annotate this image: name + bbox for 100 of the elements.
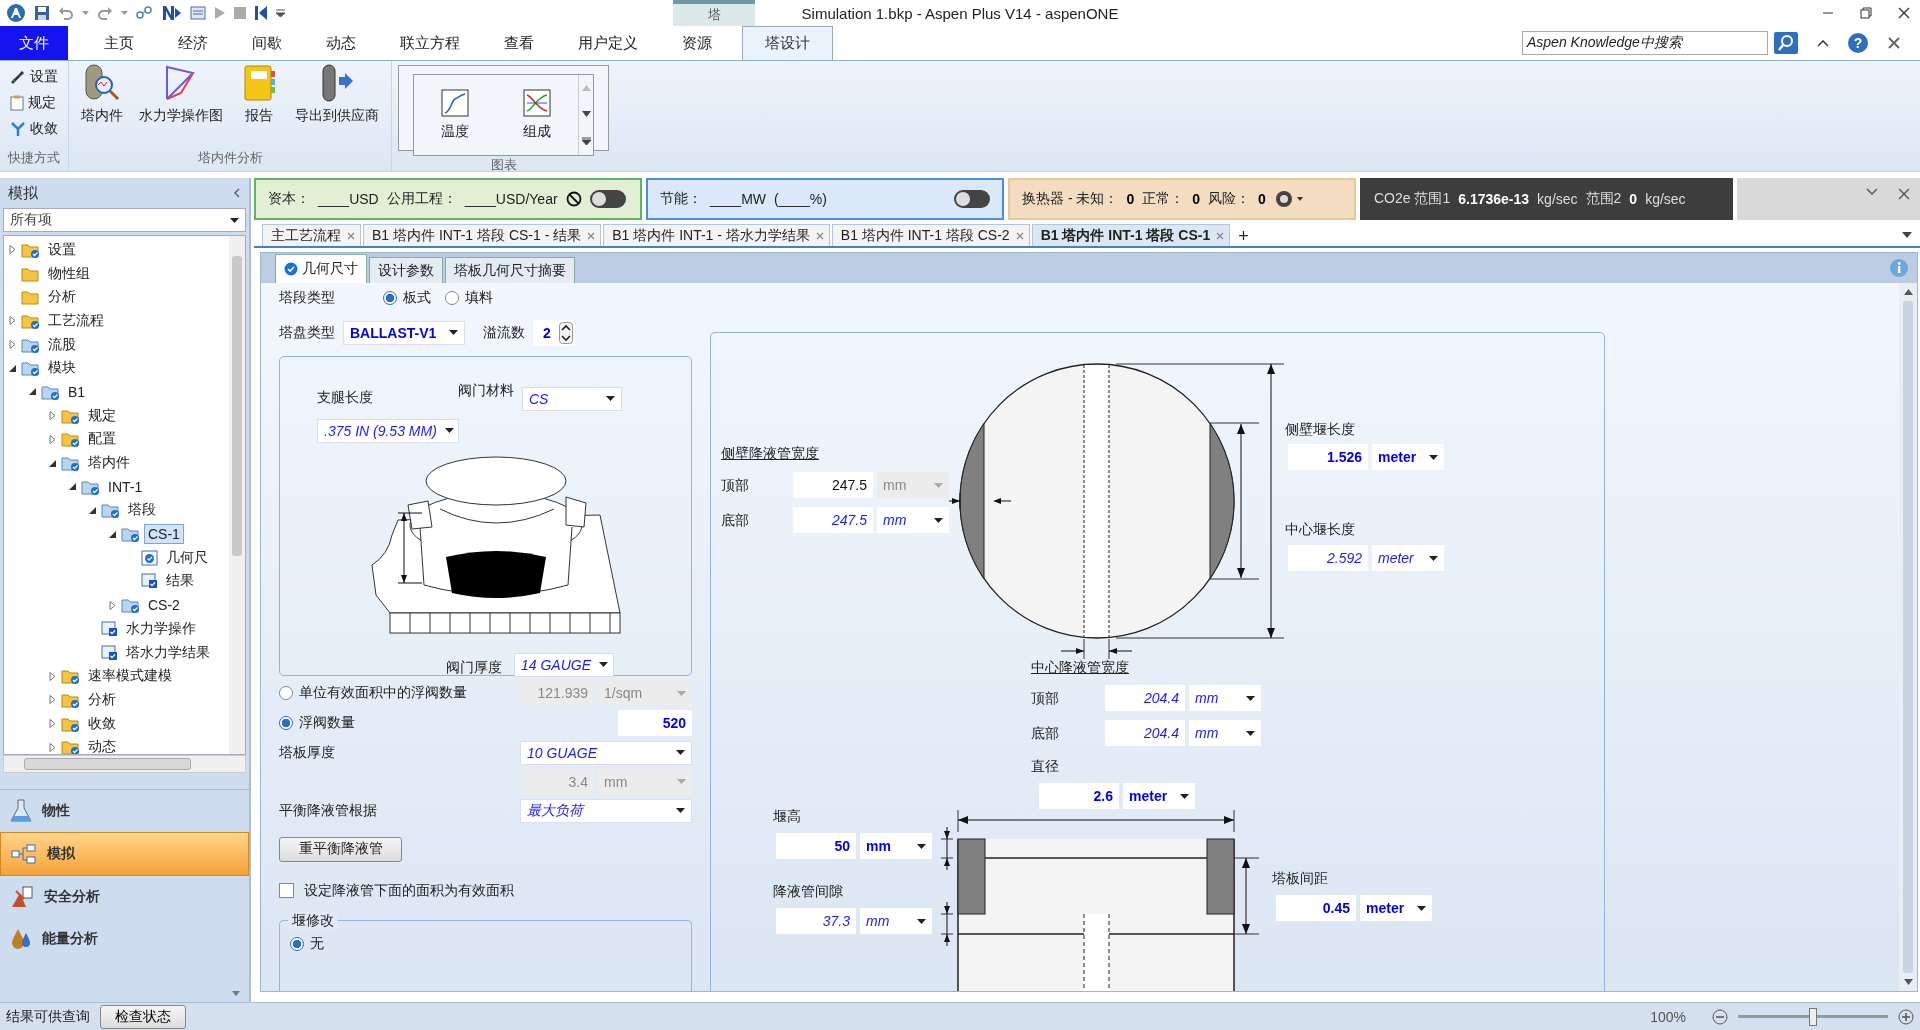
unit-dropdown[interactable]: mm [1189,720,1261,746]
tree-item[interactable]: 收敛 [84,712,120,735]
scroll-down-icon[interactable] [581,111,591,117]
next-step-icon[interactable] [162,5,182,21]
spin-arrows-icon[interactable] [558,321,573,344]
value-field[interactable]: 520 [618,710,692,737]
value-field[interactable]: 37.3 [776,908,856,934]
document-tab[interactable]: 主工艺流程 [262,224,361,246]
more-chevron-icon[interactable] [232,991,240,996]
tree-item[interactable]: 设置 [44,238,80,261]
radio-label[interactable]: 单位有效面积中的浮阀数量 [299,684,467,703]
dropdown[interactable]: CS [522,386,622,411]
gallery-scroller[interactable] [578,75,593,155]
tree-item[interactable]: 速率模式建模 [84,665,176,688]
search-icon[interactable] [1774,32,1798,54]
dropdown-chevron-icon[interactable] [1866,188,1878,196]
collapse-ribbon-icon[interactable] [1816,38,1830,48]
tree-item[interactable]: 塔水力学结果 [122,641,214,664]
dropdown-caret-icon[interactable] [82,11,89,15]
dropdown[interactable]: .375 IN (9.53 MM) [317,418,459,443]
unit-dropdown[interactable]: mm [1189,685,1261,711]
dropdown[interactable]: BALLAST-V1 [343,320,465,345]
zoom-in-icon[interactable] [1898,1008,1914,1025]
ribbon-button[interactable]: 塔内件 [79,61,125,127]
close-document-icon[interactable] [1886,35,1902,51]
close-tab-icon[interactable] [1216,231,1225,240]
tree-item[interactable]: 分析 [44,286,80,309]
expand-arrow-icon[interactable] [8,340,17,350]
reset-icon[interactable] [254,6,268,20]
ribbon-tab[interactable]: 文件 [0,26,68,60]
ribbon-tab[interactable]: 塔设计 [742,26,833,60]
expand-arrow-icon[interactable] [48,695,57,705]
ribbon-button[interactable]: 报告 [237,61,281,127]
close-icon[interactable] [1898,188,1910,200]
unit-dropdown[interactable]: meter [1372,444,1444,470]
expand-arrow-icon[interactable] [48,742,57,752]
check-status-button[interactable]: 检查状态 [100,1004,186,1029]
radio-button[interactable] [290,936,304,951]
navigation-pane-button[interactable]: 能量分析 [0,918,249,960]
info-icon[interactable] [1889,258,1909,278]
value-field[interactable]: 2.592 [1288,545,1368,571]
rebalance-button[interactable]: 重平衡降液管 [279,837,402,862]
close-tab-icon[interactable] [1015,231,1024,240]
checkbox[interactable]: 设定降液管下面的面积为有效面积 [279,881,514,900]
close-tab-icon[interactable] [587,231,596,240]
help-button[interactable]: ? [1848,33,1868,53]
gallery-item[interactable]: 组成 [496,75,578,155]
expand-arrow-icon[interactable] [108,600,117,610]
scroll-up-icon[interactable] [1903,289,1913,295]
form-tab[interactable]: 几何尺寸 [275,254,367,283]
ribbon-tab[interactable]: 用户定义 [556,26,660,60]
form-icon[interactable] [190,5,206,21]
expand-arrow-icon[interactable] [48,411,57,421]
tree-item[interactable]: 规定 [84,404,120,427]
document-tab[interactable]: B1 塔内件 INT-1 塔段 CS-2 [831,224,1030,246]
tree-item[interactable]: 塔内件 [84,452,134,475]
value-field[interactable]: 2.6 [1039,783,1119,809]
unit-dropdown[interactable]: meter [1360,895,1432,921]
ribbon-tab[interactable]: 经济 [156,26,230,60]
collapse-arrow-icon[interactable] [88,505,97,515]
expand-gallery-icon[interactable] [581,137,591,145]
tree-item[interactable]: 工艺流程 [44,309,108,332]
gallery-item[interactable]: 温度 [414,75,496,155]
undo-icon[interactable] [58,5,74,21]
tree-item[interactable]: CS-2 [144,595,184,616]
search-field[interactable]: Aspen Knowledge中搜索 [1522,31,1768,55]
play-icon[interactable] [214,6,226,20]
form-tab[interactable]: 设计参数 [369,257,443,283]
navigation-pane-button[interactable]: 模拟 [0,832,249,876]
navigation-pane-button[interactable]: 安全分析 [0,876,249,918]
gauge-dropdown-icon[interactable] [1273,189,1304,209]
tree-item[interactable]: 结果 [162,570,198,593]
tree-item[interactable]: INT-1 [104,476,147,497]
document-tab[interactable]: B1 塔内件 INT-1 塔段 CS-1 [1031,224,1231,246]
radio-button[interactable] [279,716,293,731]
collapse-arrow-icon[interactable] [48,458,57,468]
value-field[interactable]: 247.5 [793,472,873,498]
close-tab-icon[interactable] [347,231,355,240]
value-field[interactable]: 0.45 [1276,895,1356,921]
app-logo-icon[interactable] [6,3,26,23]
tree-item[interactable]: B1 [64,381,90,402]
tree-item[interactable]: 流股 [44,333,80,356]
form-tab[interactable]: 塔板几何尺寸摘要 [445,257,575,283]
tree-item[interactable]: 水力学操作 [122,617,200,640]
navigation-pane-button[interactable]: 物性 [0,790,249,832]
ribbon-button[interactable]: 规定 [10,91,58,115]
document-tab[interactable]: B1 塔内件 INT-1 塔段 CS-1 - 结果 [363,224,602,246]
tree-item[interactable]: 动态 [84,736,120,754]
expand-arrow-icon[interactable] [8,245,17,255]
ribbon-button[interactable]: 设置 [10,65,58,89]
dropdown[interactable]: 最大负荷 [520,798,692,823]
ribbon-button[interactable]: 收敛 [10,117,58,141]
tree-item[interactable]: CS-1 [144,524,184,545]
tree-item[interactable]: 配置 [84,428,120,451]
ribbon-tab[interactable]: 动态 [304,26,378,60]
expand-arrow-icon[interactable] [8,316,17,326]
ribbon-tab[interactable]: 资源 [660,26,734,60]
restore-icon[interactable] [1860,7,1872,19]
radio-label[interactable]: 填料 [465,289,493,308]
ribbon-tab[interactable]: 查看 [482,26,556,60]
